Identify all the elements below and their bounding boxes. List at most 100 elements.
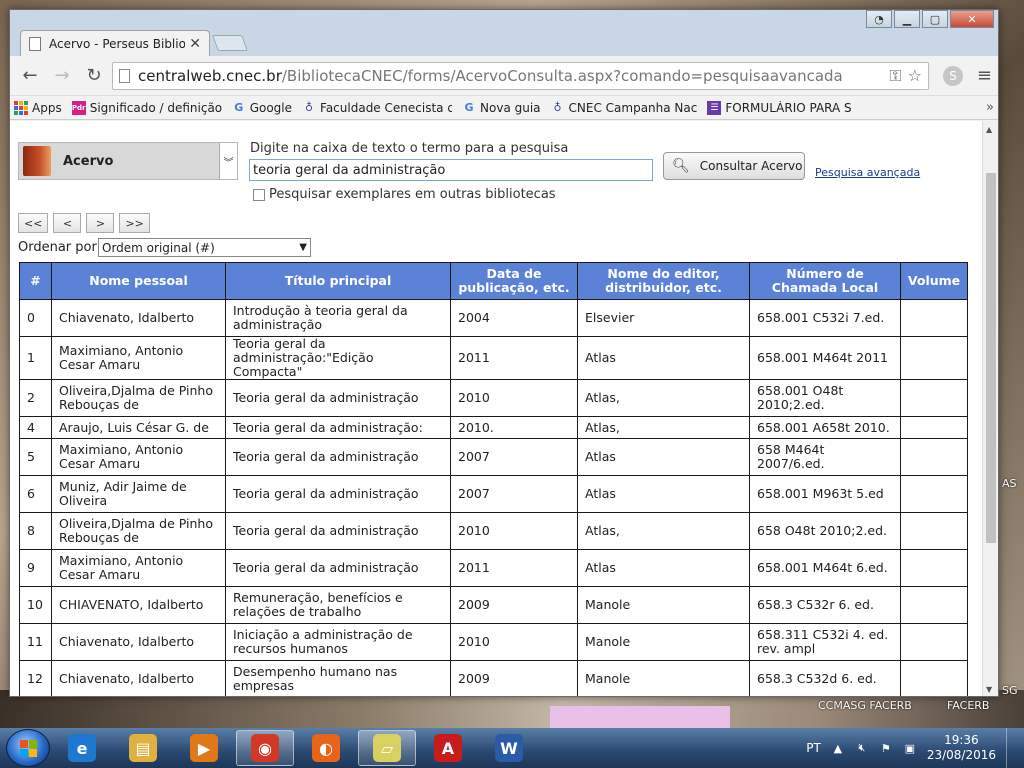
header-num[interactable]: # [19,262,52,300]
table-row[interactable]: 6 Muniz, Adir Jaime de Oliveira Teoria ger… [19,475,968,513]
scroll-up-icon[interactable]: ▲ [986,125,992,134]
cell-num: 0 [19,299,52,337]
table-row[interactable]: 0 Chiavenato, Idalberto Introdução à teori… [19,299,968,337]
order-select[interactable]: Ordem original (#) ▼ [98,238,311,257]
system-tray: PT ▲ 🔇︎ ⚑ ▣ 19:36 23/08/2016 [806,728,1024,768]
search-input[interactable] [249,159,653,181]
table-row[interactable]: 11 Chiavenato, Idalberto Iniciação a admin… [19,623,968,661]
cell-num: 2 [19,379,52,417]
show-desktop-button[interactable] [1006,728,1018,768]
volume-muted-icon[interactable]: 🔇︎ [855,741,869,755]
bookmark-faculdade[interactable]: ♁ Faculdade Cenecista d [302,101,452,115]
search-caption: Digite na caixa de texto o termo para a … [250,141,569,156]
user-profile-icon[interactable]: ◔ [866,10,892,28]
language-indicator[interactable]: PT [806,741,821,755]
taskbar-app[interactable]: ◉ [236,730,294,766]
cell-num: 10 [19,586,52,624]
results-table: # Nome pessoal Título principal Data de … [19,262,968,696]
cell-date: 2010 [450,379,578,417]
table-row[interactable]: 8 Oliveira,Djalma de Pinho Rebouças de Teo… [19,512,968,550]
bookmark-cnec-campanha[interactable]: ♁ CNEC Campanha Nac [551,101,698,115]
bookmark-formulario[interactable]: ☰ FORMULÁRIO PARA S [707,100,852,115]
taskbar-app[interactable]: ◐ [297,730,355,766]
scroll-down-icon[interactable]: ▼ [986,685,992,694]
taskbar-app[interactable]: ▶ [175,730,233,766]
network-icon[interactable]: ▣ [903,741,917,755]
key-icon[interactable]: ⚿ [889,66,901,86]
acrobat-icon: A [434,734,462,762]
table-row[interactable]: 10 CHIAVENATO, Idalberto Remuneração, bene… [19,586,968,624]
chrome-menu-icon[interactable]: ≡ [977,65,992,86]
cell-volume [900,475,968,513]
forward-arrow-icon[interactable]: → [48,62,76,90]
header-date[interactable]: Data de publicação, etc. [450,262,578,300]
cell-volume [900,379,968,417]
table-row[interactable]: 5 Maximiano, Antonio Cesar Amaru Teoria ge… [19,438,968,476]
table-row[interactable]: 1 Maximiano, Antonio Cesar Amaru Teoria ge… [19,336,968,380]
cell-volume [900,660,968,696]
advanced-search-link[interactable]: Pesquisa avançada [815,166,920,179]
windows-logo-icon [19,739,37,757]
cell-title: Teoria geral da administração [225,438,451,476]
header-volume[interactable]: Volume [900,262,968,300]
table-row[interactable]: 2 Oliveira,Djalma de Pinho Rebouças de Teo… [19,379,968,417]
last-page-button[interactable]: >> [119,213,150,233]
bookmark-apps[interactable]: Apps [14,100,62,115]
header-callno[interactable]: Número de Chamada Local [749,262,901,300]
header-author[interactable]: Nome pessoal [51,262,226,300]
cell-volume [900,549,968,587]
cell-publisher: Elsevier [577,299,750,337]
tab-close-icon[interactable]: ✕ [189,36,201,52]
taskbar-app[interactable]: ▱ [358,730,416,766]
taskbar-app[interactable]: e [53,730,111,766]
table-row[interactable]: 12 Chiavenato, Idalberto Desempenho humano… [19,660,968,696]
table-row[interactable]: 4 Araujo, Luis César G. de Teoria geral da… [19,416,968,439]
cell-volume [900,438,968,476]
bookmark-google[interactable]: G Google [232,101,292,115]
cell-title: Teoria geral da administração [225,512,451,550]
page-info-icon[interactable] [119,68,130,83]
address-bar[interactable]: centralweb.cnec.br/BibliotecaCNEC/forms/… [112,61,929,90]
header-title[interactable]: Título principal [225,262,451,300]
next-page-button[interactable]: > [86,213,115,233]
close-window-button[interactable]: ✕ [950,10,994,28]
bookmark-nova-guia[interactable]: G Nova guia [462,101,541,115]
start-button[interactable] [6,729,50,767]
reload-icon[interactable]: ↻ [80,62,108,90]
cell-author: Oliveira,Djalma de Pinho Rebouças de [51,512,226,550]
bookmarks-overflow-icon[interactable]: » [986,100,994,115]
minimize-button[interactable]: ▁ [894,10,920,28]
consult-button-label: Consultar Acervo [699,159,803,173]
clock[interactable]: 19:36 23/08/2016 [927,733,996,763]
previous-page-button[interactable]: < [53,213,82,233]
cell-date: 2007 [450,475,578,513]
cell-author: Chiavenato, Idalberto [51,299,226,337]
other-libraries-checkbox[interactable] [253,188,265,201]
bookmark-star-icon[interactable]: ☆ [908,66,922,85]
module-selector[interactable]: Acervo ︾ [18,142,238,180]
consult-button[interactable]: 🔍︎ Consultar Acervo [663,152,805,180]
header-publisher[interactable]: Nome do editor, distribuidor, etc. [577,262,750,300]
taskbar-app[interactable]: W [480,730,538,766]
skype-extension-icon[interactable]: S [942,65,963,86]
browser-tab[interactable]: Acervo - Perseus Bibliotec ✕ [20,30,210,56]
tray-expand-icon[interactable]: ▲ [831,741,845,755]
maximize-button[interactable]: ▢ [922,10,948,28]
cell-title: Teoria geral da administração: [225,416,451,439]
taskbar-app[interactable]: A [419,730,477,766]
vertical-scrollbar[interactable]: ▲ ▼ [982,121,998,696]
cell-num: 11 [19,623,52,661]
flag-icon[interactable]: ⚑ [879,741,893,755]
cell-title: Desempenho humano nas empresas [225,660,451,696]
double-chevron-down-icon[interactable]: ︾ [219,143,237,179]
bookmark-significado[interactable]: Pdr Significado / definição [71,100,222,115]
sticky-notes-icon: ▱ [373,734,401,762]
table-row[interactable]: 9 Maximiano, Antonio Cesar Amaru Teoria ge… [19,549,968,587]
first-page-button[interactable]: << [18,213,49,233]
new-tab-button[interactable] [212,35,248,51]
back-arrow-icon[interactable]: ← [16,62,44,90]
bookmark-label: Google [249,100,293,115]
cell-date: 2011 [450,336,578,380]
taskbar-app[interactable]: ▤ [114,730,172,766]
scrollbar-thumb[interactable] [986,173,996,543]
